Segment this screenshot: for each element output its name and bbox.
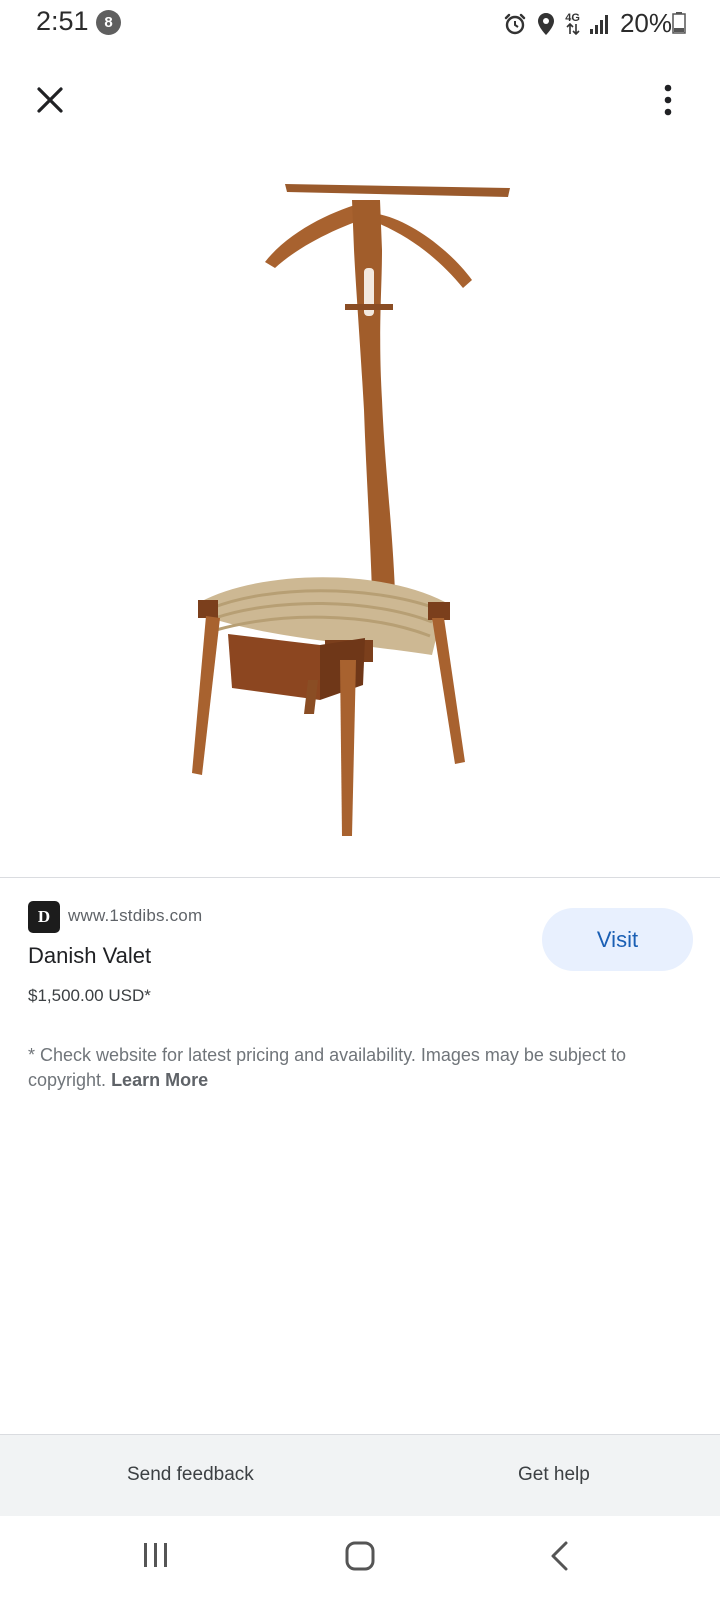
- recent-apps-button[interactable]: [141, 1540, 171, 1575]
- more-vert-icon: [664, 84, 672, 116]
- back-icon: [551, 1541, 568, 1571]
- site-url[interactable]: www.1stdibs.com: [68, 906, 202, 926]
- visit-button[interactable]: Visit: [542, 908, 693, 971]
- location-icon: [536, 12, 556, 36]
- site-logo: D: [28, 901, 60, 933]
- image-divider: [0, 877, 720, 878]
- alarm-icon: [503, 12, 527, 36]
- battery-icon: [672, 12, 686, 39]
- home-button[interactable]: [344, 1540, 376, 1577]
- product-price: $1,500.00 USD*: [28, 986, 151, 1005]
- pricing-disclaimer: * Check website for latest pricing and a…: [28, 1043, 688, 1093]
- status-icons: 4G 20%: [503, 8, 672, 39]
- status-time: 2:51: [36, 6, 89, 36]
- get-help-link[interactable]: Get help: [518, 1464, 590, 1486]
- system-nav-bar: [0, 1516, 720, 1600]
- send-feedback-link[interactable]: Send feedback: [127, 1464, 254, 1486]
- battery-percent: 20%: [619, 8, 672, 38]
- network-type-label: 4G: [565, 11, 580, 24]
- signal-icon: [589, 13, 611, 35]
- close-icon: [37, 87, 63, 113]
- footer-bar: [0, 1434, 720, 1516]
- recent-apps-icon: [144, 1543, 167, 1567]
- product-title[interactable]: Danish Valet: [28, 943, 151, 969]
- close-button[interactable]: [30, 80, 70, 120]
- network-type-icon: 4G: [565, 11, 580, 35]
- back-button[interactable]: [548, 1540, 572, 1577]
- home-icon: [345, 1541, 375, 1571]
- product-image[interactable]: [120, 140, 600, 860]
- learn-more-link[interactable]: Learn More: [111, 1070, 208, 1090]
- notification-count-badge: 8: [96, 10, 121, 35]
- more-options-button[interactable]: [648, 80, 688, 120]
